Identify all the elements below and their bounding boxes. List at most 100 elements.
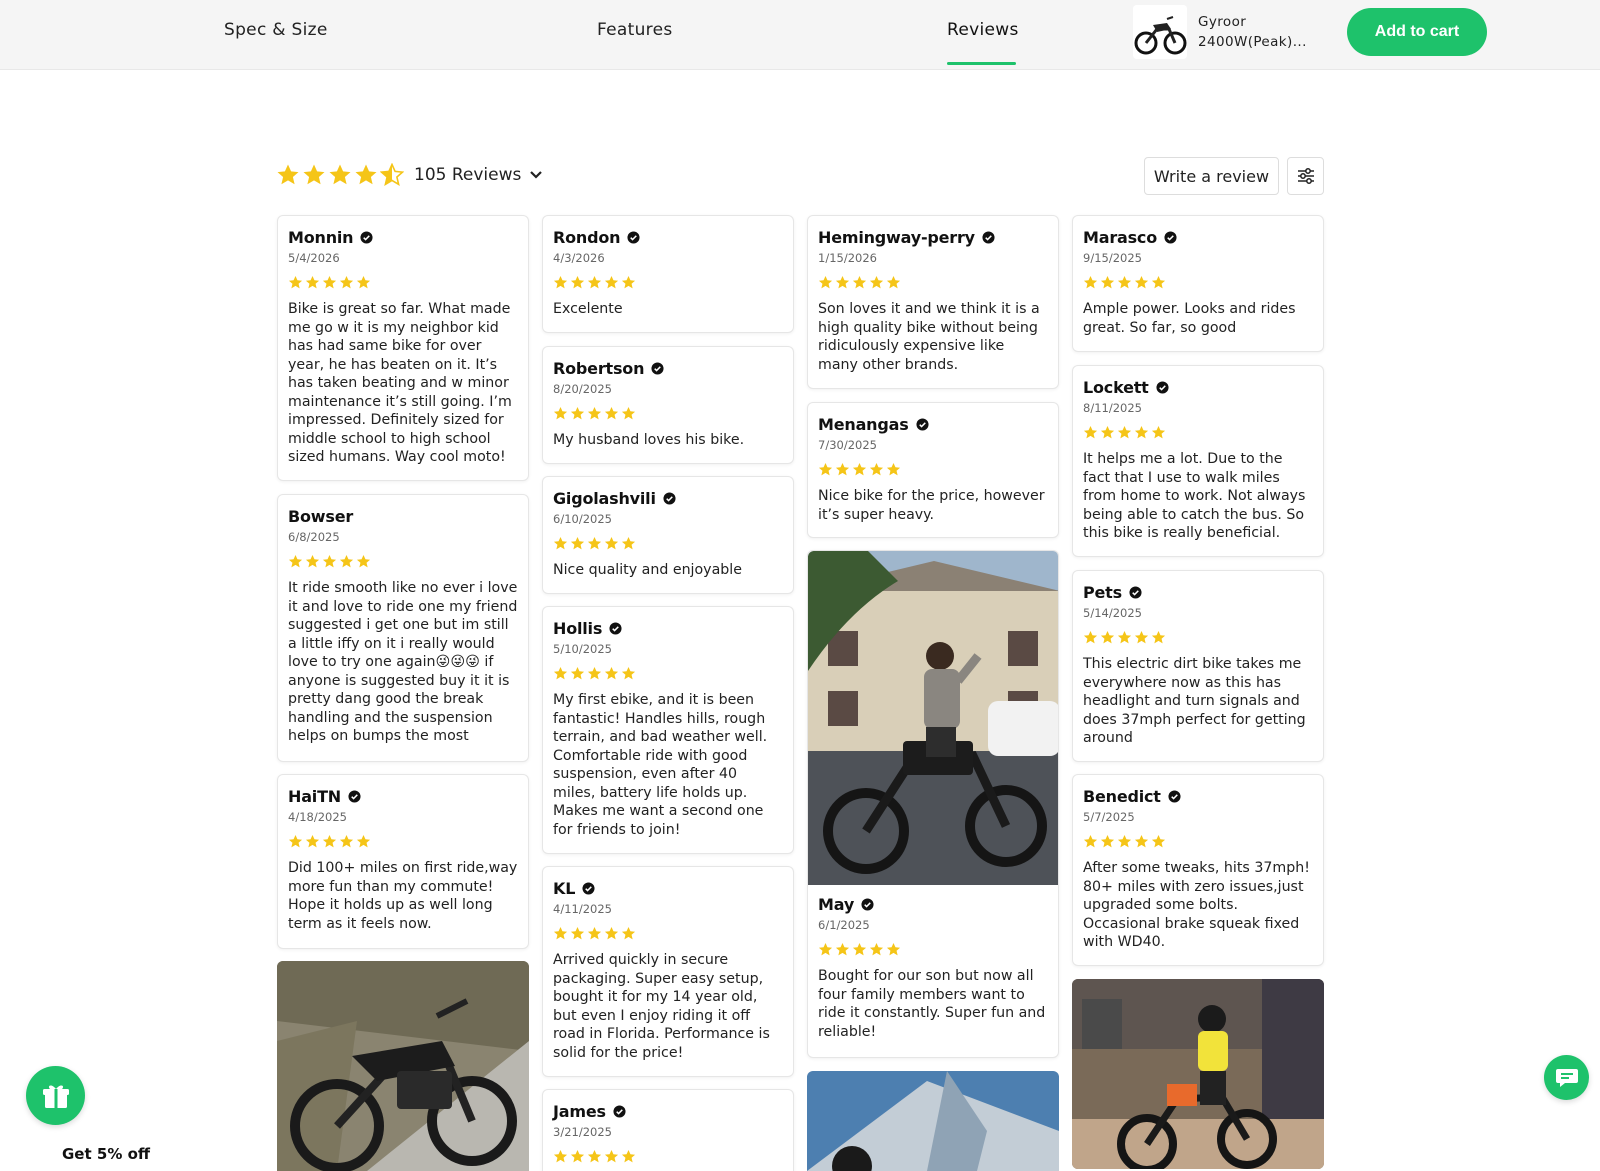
rating-summary[interactable]: 105 Reviews: [276, 160, 543, 190]
star-icon: [570, 536, 585, 550]
star-icon: [604, 1149, 619, 1163]
review-date: 5/4/2026: [288, 251, 340, 265]
review-card: Menangas 7/30/2025 Nice bike for the pri…: [807, 402, 1059, 538]
review-date: 3/21/2025: [553, 1125, 612, 1139]
review-card: Rondon 4/3/2026 Excelente: [542, 215, 794, 333]
review-stars: [553, 1149, 783, 1165]
reviewer-name: HaiTN: [288, 786, 341, 806]
filter-button[interactable]: [1287, 157, 1324, 195]
review-stars: [1083, 425, 1313, 441]
star-icon: [570, 275, 585, 289]
review-photo[interactable]: [1072, 979, 1324, 1169]
star-icon: [604, 926, 619, 940]
star-icon: [277, 164, 299, 185]
reviewer-name: KL: [553, 878, 576, 898]
verified-icon: [348, 789, 361, 803]
star-icon: [1151, 425, 1166, 439]
star-icon: [339, 834, 354, 848]
star-icon: [305, 275, 320, 289]
star-icon: [288, 275, 303, 289]
star-icon: [305, 834, 320, 848]
review-photo[interactable]: [807, 1071, 1059, 1171]
review-date: 5/7/2025: [1083, 810, 1135, 824]
tab-spec-size[interactable]: Spec & Size: [224, 20, 328, 40]
star-icon: [587, 926, 602, 940]
discount-promo-label[interactable]: Get 5% off: [62, 1145, 150, 1163]
star-icon: [1100, 630, 1115, 644]
review-date: 5/14/2025: [1083, 606, 1142, 620]
half-star-icon: [380, 163, 404, 186]
star-icon: [886, 462, 901, 476]
star-icon: [886, 942, 901, 956]
dirt-bike-photo: [277, 961, 529, 1171]
verified-icon: [1164, 230, 1177, 244]
verified-icon: [861, 897, 874, 911]
star-icon: [587, 1149, 602, 1163]
verified-icon: [915, 417, 929, 431]
star-icon: [869, 942, 884, 956]
star-icon: [339, 554, 354, 568]
star-icon: [621, 926, 636, 940]
review-date: 8/20/2025: [553, 382, 612, 396]
reviewer-name: James: [553, 1101, 606, 1121]
review-text: It ride smooth like no ever i love it an…: [288, 580, 518, 744]
review-text: It helps me a lot. Due to the fact that …: [1083, 451, 1306, 541]
review-date: 5/10/2025: [553, 642, 612, 656]
review-date: 6/10/2025: [553, 512, 612, 526]
star-icon: [604, 666, 619, 680]
star-icon: [322, 834, 337, 848]
star-icon: [587, 406, 602, 420]
review-text: Bought for our son but now all four fami…: [818, 968, 1046, 1040]
chat-button[interactable]: [1544, 1055, 1589, 1100]
star-icon: [553, 666, 568, 680]
star-icon: [604, 275, 619, 289]
review-date: 6/1/2025: [818, 918, 870, 932]
review-card: Gigolashvili 6/10/2025 Nice quality and …: [542, 476, 794, 594]
verified-icon: [651, 361, 664, 375]
verified-icon: [1168, 789, 1181, 803]
star-icon: [1117, 275, 1132, 289]
reviewer-name: Benedict: [1083, 786, 1161, 806]
star-icon: [818, 275, 833, 289]
verified-icon: [582, 881, 595, 895]
star-icon: [570, 666, 585, 680]
review-stars: [553, 666, 783, 682]
review-card: Monnin 5/4/2026 Bike is great so far. Wh…: [277, 215, 529, 481]
star-icon: [1100, 275, 1115, 289]
review-photo[interactable]: [277, 961, 529, 1171]
review-stars: [288, 554, 518, 570]
review-stars: [553, 406, 783, 422]
star-icon: [604, 406, 619, 420]
reviewer-name: Robertson: [553, 358, 645, 378]
review-photo[interactable]: [808, 551, 1058, 885]
review-stars: [553, 275, 783, 291]
review-stars: [818, 462, 1048, 478]
tab-reviews[interactable]: Reviews: [947, 20, 1019, 40]
reviewer-name: Hemingway-perry: [818, 227, 975, 247]
star-icon: [621, 536, 636, 550]
add-to-cart-button[interactable]: Add to cart: [1347, 8, 1487, 56]
chevron-down-icon[interactable]: [529, 170, 543, 180]
star-icon: [329, 164, 351, 185]
average-rating-stars: [276, 163, 404, 187]
write-review-button[interactable]: Write a review: [1144, 157, 1279, 195]
gift-icon: [42, 1085, 69, 1108]
review-date: 4/18/2025: [288, 810, 347, 824]
star-icon: [852, 462, 867, 476]
review-card: Hemingway-perry 1/15/2026 Son loves it a…: [807, 215, 1059, 389]
star-icon: [852, 275, 867, 289]
discount-gift-button[interactable]: [26, 1066, 85, 1125]
star-icon: [356, 834, 371, 848]
star-icon: [1134, 630, 1149, 644]
star-icon: [553, 926, 568, 940]
reviews-count: 105 Reviews: [414, 165, 522, 185]
review-stars: [818, 942, 1048, 958]
review-date: 7/30/2025: [818, 438, 877, 452]
verified-icon: [1156, 380, 1169, 394]
star-icon: [553, 536, 568, 550]
star-icon: [1117, 630, 1132, 644]
review-text: Did 100+ miles on first ride,way more fu…: [288, 860, 518, 932]
star-icon: [835, 275, 850, 289]
tab-features[interactable]: Features: [597, 20, 673, 40]
verified-icon: [360, 230, 373, 244]
